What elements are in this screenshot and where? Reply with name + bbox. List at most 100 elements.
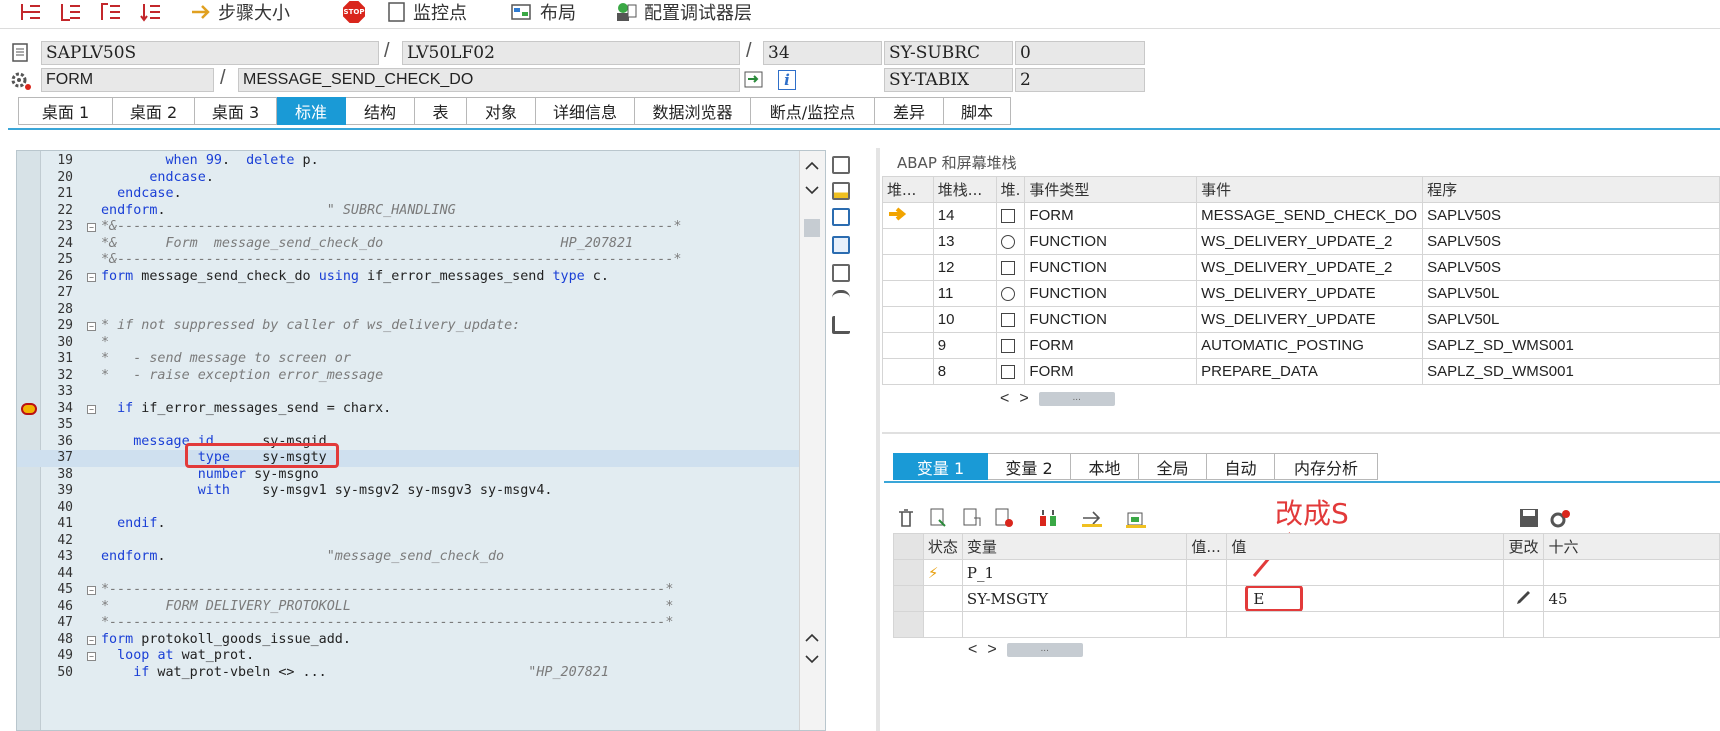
- code-line[interactable]: 21 endcase.: [17, 186, 803, 203]
- program-name[interactable]: SAPLV50S: [1422, 202, 1720, 229]
- tab-standard[interactable]: 标准: [277, 97, 346, 125]
- table-row[interactable]: ⚡ P_1: [893, 559, 1720, 586]
- fold-toggle-icon[interactable]: −: [87, 322, 96, 331]
- code-line[interactable]: 32 * - raise exception error_message: [17, 368, 803, 385]
- col-hex[interactable]: 十六: [1543, 533, 1720, 560]
- table-row[interactable]: 14 FORM MESSAGE_SEND_CHECK_DO SAPLV50S: [882, 202, 1720, 229]
- table-row[interactable]: 13 FUNCTION WS_DELIVERY_UPDATE_2 SAPLV50S: [882, 228, 1720, 255]
- code-line[interactable]: 22 endform. " SUBRC_HANDLING: [17, 203, 803, 220]
- remove-variable-icon[interactable]: [994, 508, 1014, 528]
- variable-value-cell[interactable]: E: [1226, 585, 1505, 612]
- scroll-thumb[interactable]: [804, 219, 820, 237]
- service-icon[interactable]: [832, 290, 850, 308]
- col-change[interactable]: 更改: [1503, 533, 1545, 560]
- code-line[interactable]: 39 with sy-msgv1 sy-msgv2 sy-msgv3 sy-ms…: [17, 483, 803, 500]
- current-line-marker-icon[interactable]: [21, 402, 37, 415]
- tab-details[interactable]: 详细信息: [536, 97, 635, 125]
- code-line[interactable]: 35: [17, 417, 803, 434]
- code-line[interactable]: 27: [17, 285, 803, 302]
- col-stack[interactable]: 堆...: [882, 176, 934, 203]
- variable-value[interactable]: [1226, 559, 1505, 586]
- scroll-down-icon[interactable]: [805, 185, 819, 195]
- event-name[interactable]: MESSAGE_SEND_CHECK_DO: [1196, 202, 1424, 229]
- code-line[interactable]: 43 endform. "message_send_check_do: [17, 549, 803, 566]
- col-event-type[interactable]: 事件类型: [1024, 176, 1198, 203]
- debugger-layer-button[interactable]: 配置调试器层: [614, 0, 752, 24]
- program-name[interactable]: SAPLV50L: [1422, 306, 1720, 333]
- table-view-icon[interactable]: [1125, 508, 1147, 528]
- fold-toggle-icon[interactable]: −: [87, 272, 96, 282]
- code-line[interactable]: 29 − * if not suppressed by caller of ws_d…: [17, 318, 803, 335]
- col-value[interactable]: 值: [1226, 533, 1505, 560]
- new-tool-icon[interactable]: [832, 182, 850, 200]
- resize-icon[interactable]: [832, 264, 850, 282]
- event-name[interactable]: WS_DELIVERY_UPDATE_2: [1196, 254, 1424, 281]
- code-line[interactable]: 36 message id sy-msgid: [17, 434, 803, 451]
- editor-vertical-scrollbar[interactable]: [799, 151, 825, 730]
- code-line[interactable]: 25 *&------------------------------------…: [17, 252, 803, 269]
- fold-toggle-icon[interactable]: −: [87, 223, 96, 232]
- scroll-right-icon[interactable]: >: [987, 641, 996, 659]
- tab-variables-2[interactable]: 变量 2: [988, 453, 1071, 480]
- tab-desktop-1[interactable]: 桌面 1: [18, 97, 113, 125]
- table-row[interactable]: SY-MSGTY E 45: [893, 585, 1720, 612]
- code-line[interactable]: 50 if wat_prot-vbeln <> ... "HP_207821: [17, 665, 803, 682]
- tab-script[interactable]: 脚本: [944, 97, 1011, 125]
- tab-local[interactable]: 本地: [1071, 453, 1139, 480]
- fold-toggle-icon[interactable]: −: [87, 635, 96, 645]
- save-icon[interactable]: [1519, 508, 1539, 528]
- program-field[interactable]: SAPLV50S: [41, 41, 379, 65]
- event-name[interactable]: WS_DELIVERY_UPDATE_2: [1196, 228, 1424, 255]
- watchpoint-button[interactable]: 监控点: [387, 0, 467, 24]
- include-field[interactable]: LV50LF02: [402, 41, 740, 65]
- scroll-left-icon[interactable]: <: [1000, 390, 1009, 408]
- scroll-left-icon[interactable]: <: [968, 641, 977, 659]
- code-line[interactable]: 41 endif.: [17, 516, 803, 533]
- code-line[interactable]: 34 − if if_error_messages_send = charx.: [17, 401, 803, 418]
- code-line[interactable]: 44: [17, 566, 803, 583]
- scroll-thumb[interactable]: ...: [1006, 643, 1083, 657]
- program-name[interactable]: SAPLZ_SD_WMS001: [1422, 358, 1720, 385]
- program-name[interactable]: SAPLV50S: [1422, 228, 1720, 255]
- code-line[interactable]: 38 number sy-msgno: [17, 467, 803, 484]
- col-event[interactable]: 事件: [1196, 176, 1424, 203]
- info-icon[interactable]: i: [778, 70, 796, 90]
- fold-toggle-icon[interactable]: −: [87, 404, 96, 414]
- variable-name[interactable]: [961, 611, 1188, 638]
- table-row[interactable]: 8 FORM PREPARE_DATA SAPLZ_SD_WMS001: [882, 358, 1720, 385]
- code-line[interactable]: 42: [17, 533, 803, 550]
- tab-object[interactable]: 对象: [467, 97, 536, 125]
- col-stack-type[interactable]: 堆.: [995, 176, 1026, 203]
- tab-desktop-3[interactable]: 桌面 3: [195, 97, 277, 125]
- stop-button[interactable]: STOP: [343, 0, 365, 24]
- code-line[interactable]: 37 type sy-msgty: [17, 450, 803, 467]
- event-name-field[interactable]: MESSAGE_SEND_CHECK_DO: [238, 68, 740, 92]
- tab-variables-1[interactable]: 变量 1: [893, 453, 988, 480]
- tab-data-browser[interactable]: 数据浏览器: [635, 97, 751, 125]
- variable-hscroll[interactable]: < > ...: [968, 641, 1083, 659]
- scroll-right-icon[interactable]: >: [1019, 390, 1028, 408]
- program-name[interactable]: SAPLV50S: [1422, 254, 1720, 281]
- step-into-button[interactable]: [20, 0, 42, 24]
- code-line[interactable]: 31 * - send message to screen or: [17, 351, 803, 368]
- fold-toggle-icon[interactable]: −: [87, 586, 96, 595]
- variable-value[interactable]: [1226, 611, 1505, 638]
- code-line[interactable]: 20 endcase.: [17, 170, 803, 187]
- continue-button[interactable]: [140, 0, 162, 24]
- event-type-field[interactable]: FORM: [41, 68, 214, 92]
- table-row[interactable]: 11 FUNCTION WS_DELIVERY_UPDATE SAPLV50L: [882, 280, 1720, 307]
- step-over-button[interactable]: [60, 0, 82, 24]
- table-row[interactable]: [893, 611, 1720, 638]
- stack-hscroll[interactable]: < > ...: [1000, 390, 1115, 408]
- code-line[interactable]: 40: [17, 500, 803, 517]
- event-name[interactable]: WS_DELIVERY_UPDATE: [1196, 280, 1424, 307]
- program-name[interactable]: SAPLZ_SD_WMS001: [1422, 332, 1720, 359]
- row-selector[interactable]: [893, 559, 924, 586]
- code-line[interactable]: 49 − loop at wat_prot.: [17, 648, 803, 665]
- code-line[interactable]: 47 *-------------------------------------…: [17, 615, 803, 632]
- code-line[interactable]: 24 *& Form message_send_check_do HP_20782…: [17, 236, 803, 253]
- tab-breakpoints[interactable]: 断点/监控点: [751, 97, 875, 125]
- goto-source-icon[interactable]: [744, 71, 764, 89]
- row-selector[interactable]: [893, 585, 924, 612]
- layout-button[interactable]: 布局: [510, 0, 576, 24]
